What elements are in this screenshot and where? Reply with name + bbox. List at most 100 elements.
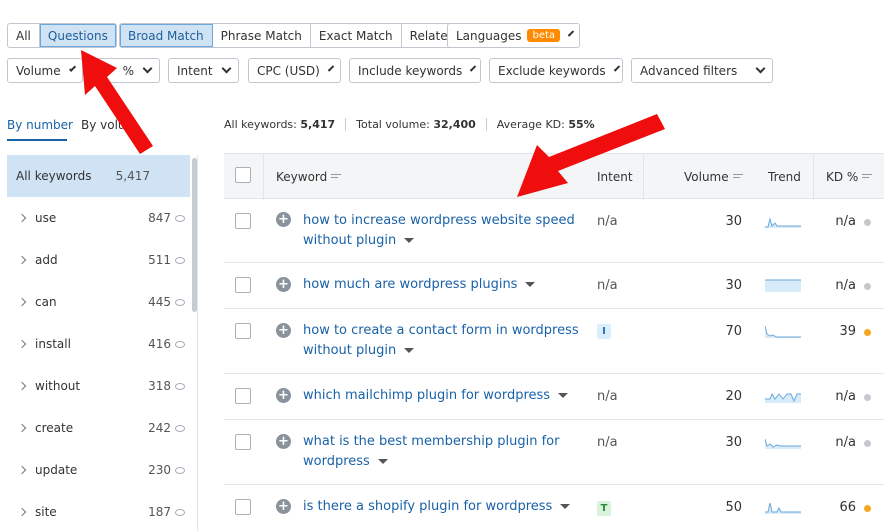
row-checkbox[interactable] xyxy=(235,388,251,404)
column-divider xyxy=(263,154,264,200)
sidebar-item-label: All keywords xyxy=(16,169,92,183)
sidebar-item-label: without xyxy=(35,379,81,393)
stat-label: Total volume: xyxy=(356,118,430,131)
trend-sparkline xyxy=(765,217,801,228)
column-header-keyword[interactable]: Keyword xyxy=(276,170,342,184)
eye-icon[interactable] xyxy=(175,256,185,264)
sidebar-item-without[interactable]: without 318 xyxy=(7,365,190,407)
sidebar-item-label: use xyxy=(35,211,57,225)
keyword-link[interactable]: what is the best membership plugin for w… xyxy=(303,432,588,472)
include-keywords-dropdown[interactable]: Include keywords xyxy=(349,58,481,83)
column-header-intent[interactable]: Intent xyxy=(597,170,633,184)
keyword-text: how to increase wordpress website speed … xyxy=(303,213,575,248)
sort-icon xyxy=(862,174,873,182)
trend-sparkline xyxy=(765,279,801,292)
intent-dropdown[interactable]: Intent xyxy=(168,58,239,83)
keyword-text: which mailchimp plugin for wordpress xyxy=(303,388,551,403)
summary-stats: All keywords: 5,417 Total volume: 32,400… xyxy=(224,118,615,131)
sort-icon xyxy=(331,174,342,182)
chevron-right-icon xyxy=(17,297,27,307)
kd-dropdown[interactable]: % xyxy=(92,58,160,83)
eye-icon[interactable] xyxy=(175,340,185,348)
row-checkbox[interactable] xyxy=(235,434,251,450)
column-label: Volume xyxy=(684,170,729,184)
sidebar-item-can[interactable]: can 445 xyxy=(7,281,190,323)
column-divider xyxy=(643,154,644,200)
keyword-link[interactable]: how much are wordpress plugins xyxy=(303,275,588,295)
caret-down-icon[interactable] xyxy=(560,504,571,509)
add-to-list-icon[interactable]: + xyxy=(276,434,291,449)
add-to-list-icon[interactable]: + xyxy=(276,388,291,403)
stat-value: 55% xyxy=(568,118,595,131)
add-to-list-icon[interactable]: + xyxy=(276,499,291,514)
caret-down-icon[interactable] xyxy=(377,459,388,464)
caret-down-icon[interactable] xyxy=(558,393,569,398)
sidebar-item-count: 445 xyxy=(148,295,171,309)
volume-value: 70 xyxy=(725,324,742,339)
sidebar-item-install[interactable]: install 416 xyxy=(7,323,190,365)
sidebar-scrollbar[interactable] xyxy=(192,158,197,312)
eye-icon[interactable] xyxy=(175,382,185,390)
keyword-link[interactable]: is there a shopify plugin for wordpress xyxy=(303,497,588,517)
sidebar-item-count: 230 xyxy=(148,463,171,477)
sidebar-item-count: 318 xyxy=(148,379,171,393)
keyword-link[interactable]: how to increase wordpress website speed … xyxy=(303,211,588,251)
eye-icon[interactable] xyxy=(175,214,185,222)
chevron-down-icon xyxy=(613,65,620,72)
table-row: + how to create a contact form in wordpr… xyxy=(224,309,884,374)
column-header-volume[interactable]: Volume xyxy=(684,170,743,184)
chevron-right-icon xyxy=(17,339,27,349)
eye-icon[interactable] xyxy=(175,466,185,474)
volume-dropdown[interactable]: Volume xyxy=(7,58,83,83)
sidebar-item-update[interactable]: update 230 xyxy=(7,449,190,491)
select-all-checkbox[interactable] xyxy=(235,167,251,183)
row-checkbox[interactable] xyxy=(235,213,251,229)
intent-value: n/a xyxy=(597,214,618,229)
sidebar-item-use[interactable]: use 847 xyxy=(7,197,190,239)
eye-icon[interactable] xyxy=(175,508,185,516)
caret-down-icon[interactable] xyxy=(525,282,536,287)
volume-value: 30 xyxy=(725,214,742,229)
tab-all[interactable]: All xyxy=(8,24,40,47)
caret-down-icon[interactable] xyxy=(404,348,415,353)
tab-broad-match[interactable]: Broad Match xyxy=(120,24,213,47)
tab-by-number[interactable]: By number xyxy=(7,118,73,132)
tab-questions[interactable]: Questions xyxy=(39,24,116,47)
exclude-keywords-dropdown[interactable]: Exclude keywords xyxy=(489,58,623,83)
add-to-list-icon[interactable]: + xyxy=(276,277,291,292)
row-checkbox[interactable] xyxy=(235,277,251,293)
add-to-list-icon[interactable]: + xyxy=(276,323,291,338)
tab-exact-match[interactable]: Exact Match xyxy=(311,24,402,47)
row-checkbox[interactable] xyxy=(235,323,251,339)
sort-icon xyxy=(732,174,743,182)
sidebar-item-create[interactable]: create 242 xyxy=(7,407,190,449)
advanced-filters-dropdown[interactable]: Advanced filters xyxy=(631,58,773,83)
keyword-link[interactable]: how to create a contact form in wordpres… xyxy=(303,321,588,361)
keyword-link[interactable]: which mailchimp plugin for wordpress xyxy=(303,386,588,406)
sidebar-item-all-keywords[interactable]: All keywords 5,417 xyxy=(7,155,190,197)
kd-value: n/a xyxy=(835,278,856,293)
active-tab-underline xyxy=(7,139,67,141)
tab-by-volume[interactable]: By volu xyxy=(81,118,126,132)
kd-value: n/a xyxy=(835,389,856,404)
row-checkbox[interactable] xyxy=(235,499,251,515)
sidebar-item-site[interactable]: site 187 xyxy=(7,491,190,531)
caret-down-icon[interactable] xyxy=(404,238,415,243)
chevron-right-icon xyxy=(17,423,27,433)
sidebar-item-count: 242 xyxy=(148,421,171,435)
table-row: + what is the best membership plugin for… xyxy=(224,420,884,485)
kd-difficulty-dot xyxy=(864,283,871,290)
chevron-down-icon xyxy=(142,63,153,74)
sidebar-item-label: update xyxy=(35,463,78,477)
column-header-kd[interactable]: KD % xyxy=(826,170,873,184)
tab-phrase-match[interactable]: Phrase Match xyxy=(213,24,311,47)
cpc-dropdown[interactable]: CPC (USD) xyxy=(248,58,341,83)
languages-dropdown[interactable]: Languages beta xyxy=(447,23,580,48)
chevron-right-icon xyxy=(17,213,27,223)
keyword-text: what is the best membership plugin for w… xyxy=(303,434,560,469)
stat-label: All keywords: xyxy=(224,118,297,131)
add-to-list-icon[interactable]: + xyxy=(276,212,291,227)
sidebar-item-add[interactable]: add 511 xyxy=(7,239,190,281)
eye-icon[interactable] xyxy=(175,298,185,306)
eye-icon[interactable] xyxy=(175,424,185,432)
